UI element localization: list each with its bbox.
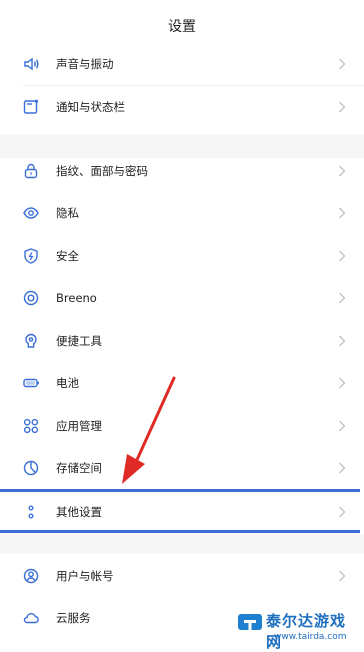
more-settings-icon [22, 503, 40, 521]
settings-item-breeno[interactable]: Breeno [0, 277, 364, 319]
settings-item-privacy[interactable]: 隐私 [0, 192, 364, 234]
settings-item-label: 便捷工具 [56, 334, 102, 348]
chevron-right-icon [339, 292, 346, 304]
chevron-right-icon [339, 462, 346, 474]
settings-item-label: 指纹、面部与密码 [56, 164, 148, 178]
watermark-logo: 泰尔达游戏网 www.tairda.com [236, 608, 360, 651]
settings-item-label: 应用管理 [56, 419, 102, 433]
chevron-right-icon [339, 250, 346, 262]
watermark-text: 泰尔达游戏网 [266, 612, 347, 651]
settings-item-notifications[interactable]: 通知与状态栏 [0, 86, 364, 128]
watermark-url: www.tairda.com [274, 632, 347, 642]
settings-item-other-settings[interactable]: 其他设置 [0, 491, 364, 533]
settings-item-users-accounts[interactable]: 用户与帐号 [0, 555, 364, 597]
settings-item-security-credentials[interactable]: 指纹、面部与密码 [0, 150, 364, 192]
battery-icon [22, 374, 40, 392]
chevron-right-icon [339, 506, 346, 518]
chevron-right-icon [339, 58, 346, 70]
settings-item-label: 存储空间 [56, 461, 102, 475]
settings-item-label: 通知与状态栏 [56, 100, 125, 114]
storage-icon [22, 459, 40, 477]
settings-item-label: 云服务 [56, 611, 91, 625]
chevron-right-icon [339, 420, 346, 432]
chevron-right-icon [339, 165, 346, 177]
privacy-eye-icon [22, 204, 40, 222]
speaker-icon [22, 55, 40, 73]
red-arrow-annotation [122, 376, 176, 484]
lock-icon [22, 162, 40, 180]
settings-item-sound[interactable]: 声音与振动 [0, 43, 364, 85]
settings-item-convenience-tools[interactable]: 便捷工具 [0, 320, 364, 362]
tools-icon [22, 332, 40, 350]
notification-icon [22, 98, 40, 116]
highlight-border-bottom [0, 530, 360, 533]
settings-item-label: Breeno [56, 291, 97, 305]
settings-item-label: 其他设置 [56, 505, 102, 519]
chevron-right-icon [339, 335, 346, 347]
section-gap [0, 534, 364, 554]
chevron-right-icon [339, 207, 346, 219]
settings-item-label: 电池 [56, 376, 79, 390]
breeno-icon [22, 289, 40, 307]
chevron-right-icon [339, 101, 346, 113]
apps-icon [22, 417, 40, 435]
settings-item-label: 声音与振动 [56, 57, 114, 71]
settings-item-storage[interactable]: 存储空间 [0, 447, 364, 489]
settings-item-label: 安全 [56, 249, 79, 263]
settings-item-safety[interactable]: 安全 [0, 235, 364, 277]
cloud-icon [22, 609, 40, 627]
settings-item-battery[interactable]: 电池 [0, 362, 364, 404]
chevron-right-icon [339, 377, 346, 389]
chevron-right-icon [339, 570, 346, 582]
settings-item-app-management[interactable]: 应用管理 [0, 405, 364, 447]
user-icon [22, 567, 40, 585]
settings-item-label: 隐私 [56, 206, 79, 220]
shield-icon [22, 247, 40, 265]
settings-item-label: 用户与帐号 [56, 569, 114, 583]
